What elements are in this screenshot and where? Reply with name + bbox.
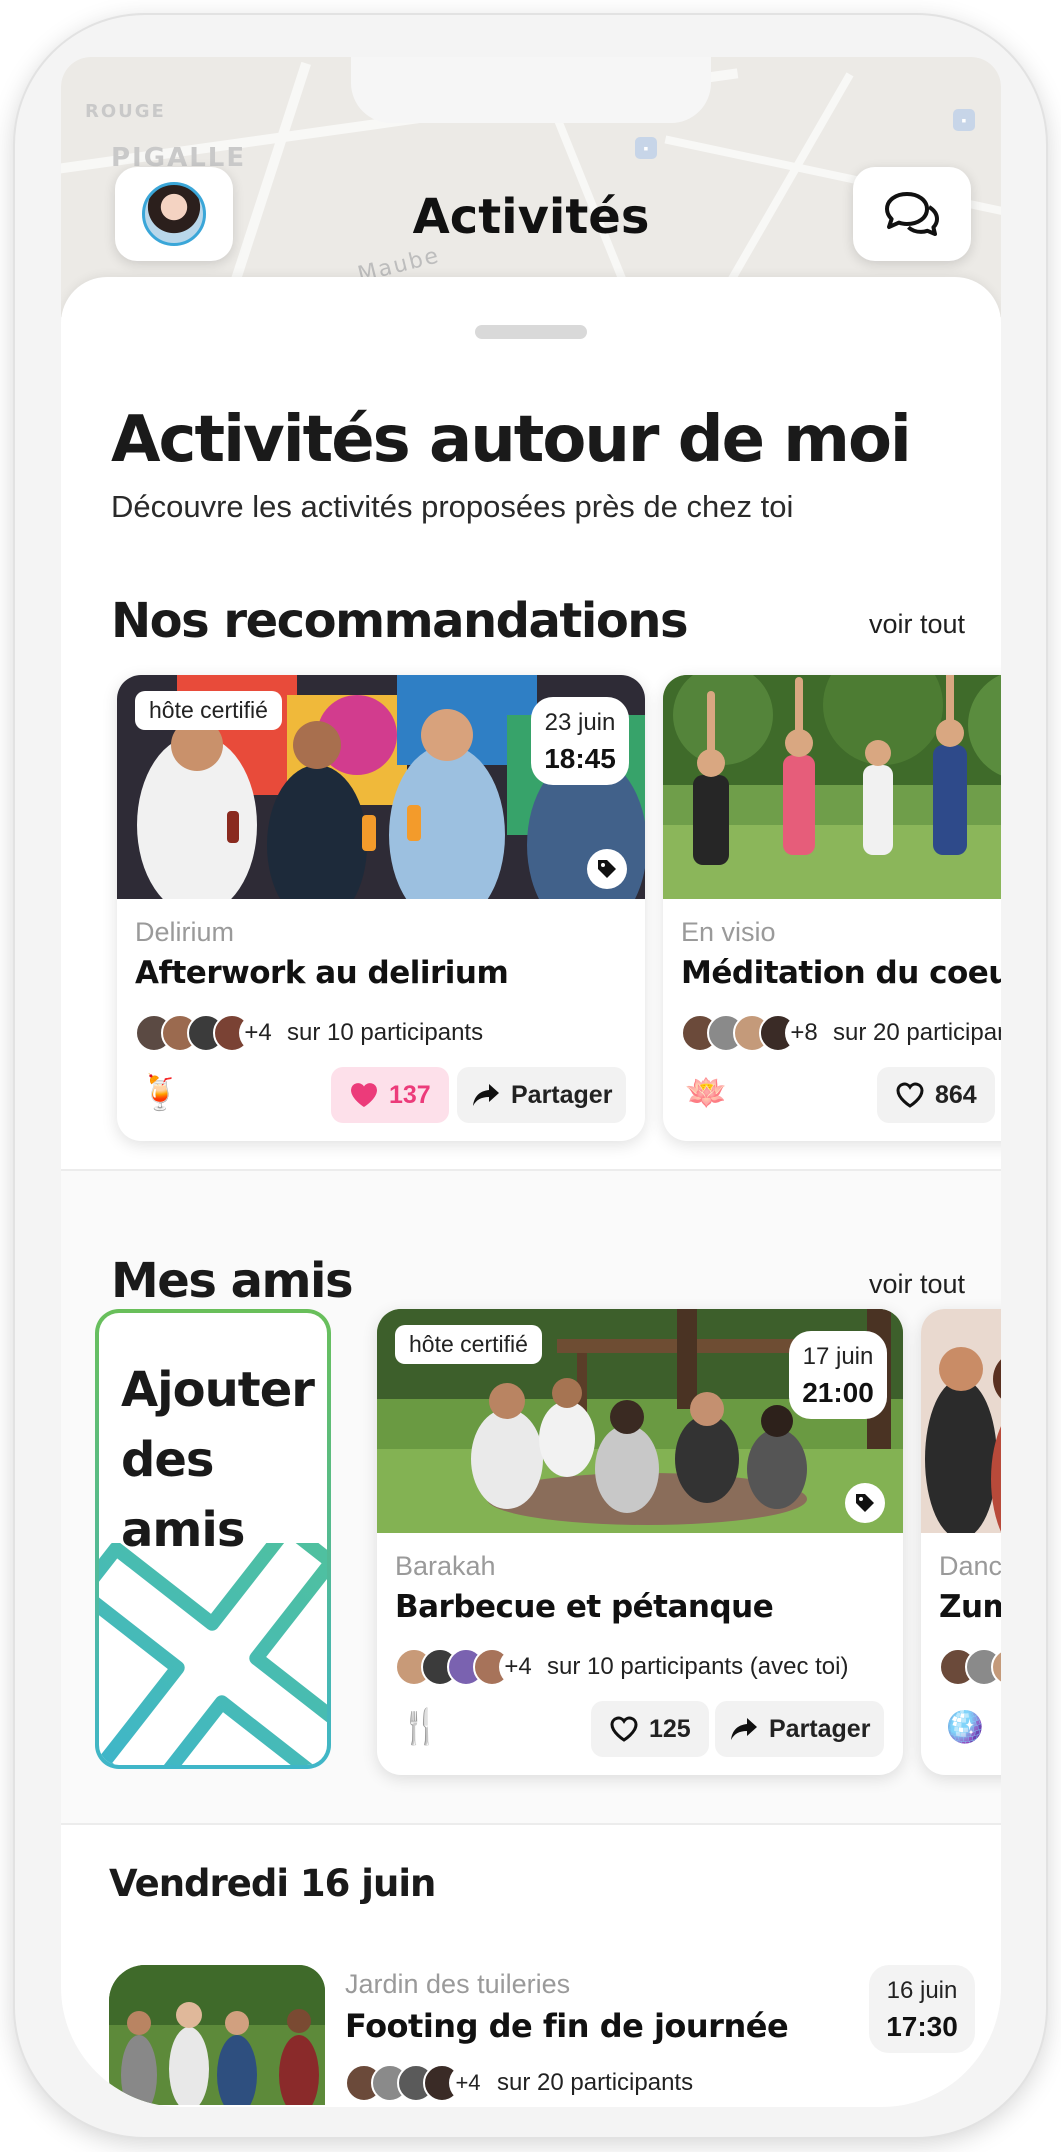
certified-host-badge: hôte certifié: [395, 1325, 542, 1364]
messages-button[interactable]: [853, 167, 971, 261]
disco-ball-icon: 🪩: [943, 1708, 986, 1746]
participants-count: sur 20 participants: [497, 2069, 694, 2096]
cocktail-icon: 🍹: [139, 1074, 182, 1112]
activity-title: Zumb: [939, 1589, 1001, 1625]
venue-name: Dance: [939, 1551, 1001, 1581]
venue-name: En visio: [681, 917, 776, 947]
plus-cross-icon: [99, 1543, 327, 1765]
like-button[interactable]: 864: [877, 1067, 995, 1123]
activity-image: [663, 675, 1001, 899]
heart-outline-icon: [896, 1082, 924, 1108]
activity-card[interactable]: hôte certifié 23 juin 18:45 Delirium Aft…: [117, 675, 645, 1141]
activity-title: Méditation du coeur: [681, 955, 1001, 991]
recommendations-title: Nos recommandations: [111, 593, 689, 649]
add-friends-label: Ajouter: [121, 1362, 315, 1418]
sheet-drag-handle[interactable]: [475, 325, 587, 339]
date-chip: 17 juin 21:00: [789, 1331, 887, 1419]
recommendations-see-all-link[interactable]: voir tout: [869, 609, 965, 640]
like-count: 137: [389, 1080, 431, 1109]
add-friends-card[interactable]: Ajouter des amis: [95, 1309, 331, 1769]
extra-participants-count: +8: [785, 1014, 823, 1052]
tag-icon[interactable]: [845, 1483, 885, 1523]
section-subtitle: Découvre les activités proposées près de…: [111, 489, 794, 524]
share-arrow-icon: [731, 1718, 757, 1740]
participants-count: sur 20 participan: [833, 1019, 1001, 1046]
activity-card[interactable]: En visio Méditation du coeur +8 sur 20 p…: [663, 675, 1001, 1141]
activity-card[interactable]: hôte certifié 17 juin 21:00 Barakah Barb…: [377, 1309, 903, 1775]
venue-name: Jardin des tuileries: [345, 1969, 571, 1999]
heart-icon: [351, 1083, 377, 1107]
event-date: 17 juin: [802, 1343, 874, 1370]
map-label: ROUGE: [85, 101, 166, 122]
extra-participants-count: +4: [449, 2064, 487, 2102]
share-label: Partager: [511, 1080, 613, 1109]
like-count: 864: [935, 1080, 977, 1109]
event-date: 23 juin: [544, 709, 616, 736]
map-pin-icon: ▪: [953, 109, 975, 131]
friends-see-all-link[interactable]: voir tout: [869, 1269, 965, 1300]
participants-count: sur 10 participants (avec toi): [547, 1653, 849, 1680]
lotus-icon: 🪷: [685, 1074, 728, 1112]
add-friends-label: des: [121, 1432, 214, 1488]
participants-row: +4 sur 10 participants (avec toi): [395, 1645, 848, 1689]
activity-title: Barbecue et pétanque: [395, 1589, 774, 1625]
chat-bubbles-icon: [885, 192, 939, 236]
share-button[interactable]: Partager: [457, 1067, 627, 1123]
event-time: 17:30: [886, 2011, 958, 2042]
date-chip: 23 juin 18:45: [531, 697, 629, 785]
activity-title: Footing de fin de journée: [345, 2007, 789, 2045]
event-date: 16 juin: [886, 1977, 958, 2004]
share-arrow-icon: [473, 1084, 499, 1106]
venue-name: Delirium: [135, 917, 235, 947]
day-heading: Vendredi 16 juin: [109, 1862, 436, 1905]
map-pin-icon: ▪: [635, 137, 657, 159]
activity-card[interactable]: Dance Zumb 🪩: [921, 1309, 1001, 1775]
like-button[interactable]: 137: [331, 1067, 449, 1123]
extra-participants-count: +4: [499, 1648, 537, 1686]
cutlery-icon: 🍴: [399, 1708, 442, 1746]
participants-row: +4 sur 20 participants: [345, 2064, 693, 2102]
participants-row: [939, 1645, 1001, 1689]
like-button[interactable]: 125: [591, 1701, 709, 1757]
date-chip: 16 juin 17:30: [869, 1965, 975, 2053]
notch: [351, 57, 711, 123]
venue-name: Barakah: [395, 1551, 496, 1581]
certified-host-badge: hôte certifié: [135, 691, 282, 730]
extra-participants-count: +4: [239, 1014, 277, 1052]
participants-row: +4 sur 10 participants: [135, 1011, 483, 1055]
event-time: 21:00: [802, 1377, 874, 1408]
tag-icon[interactable]: [587, 849, 627, 889]
share-label: Partager: [769, 1714, 871, 1743]
like-count: 125: [649, 1714, 691, 1743]
activity-image: [921, 1309, 1001, 1533]
activity-title: Afterwork au delirium: [135, 955, 509, 991]
activity-thumbnail: [109, 1965, 325, 2105]
section-heading: Activités autour de moi: [111, 403, 912, 477]
app-screen: ROUGE PIGALLE Maube ▪ ▪ Activités Activi…: [61, 57, 1001, 2107]
heart-outline-icon: [610, 1716, 638, 1742]
phone-frame: ROUGE PIGALLE Maube ▪ ▪ Activités Activi…: [15, 15, 1046, 2137]
event-time: 18:45: [544, 743, 616, 774]
participants-row: +8 sur 20 participan: [681, 1011, 1001, 1055]
participants-count: sur 10 participants: [287, 1019, 484, 1046]
share-button[interactable]: Partager: [715, 1701, 885, 1757]
friends-title: Mes amis: [111, 1253, 354, 1309]
